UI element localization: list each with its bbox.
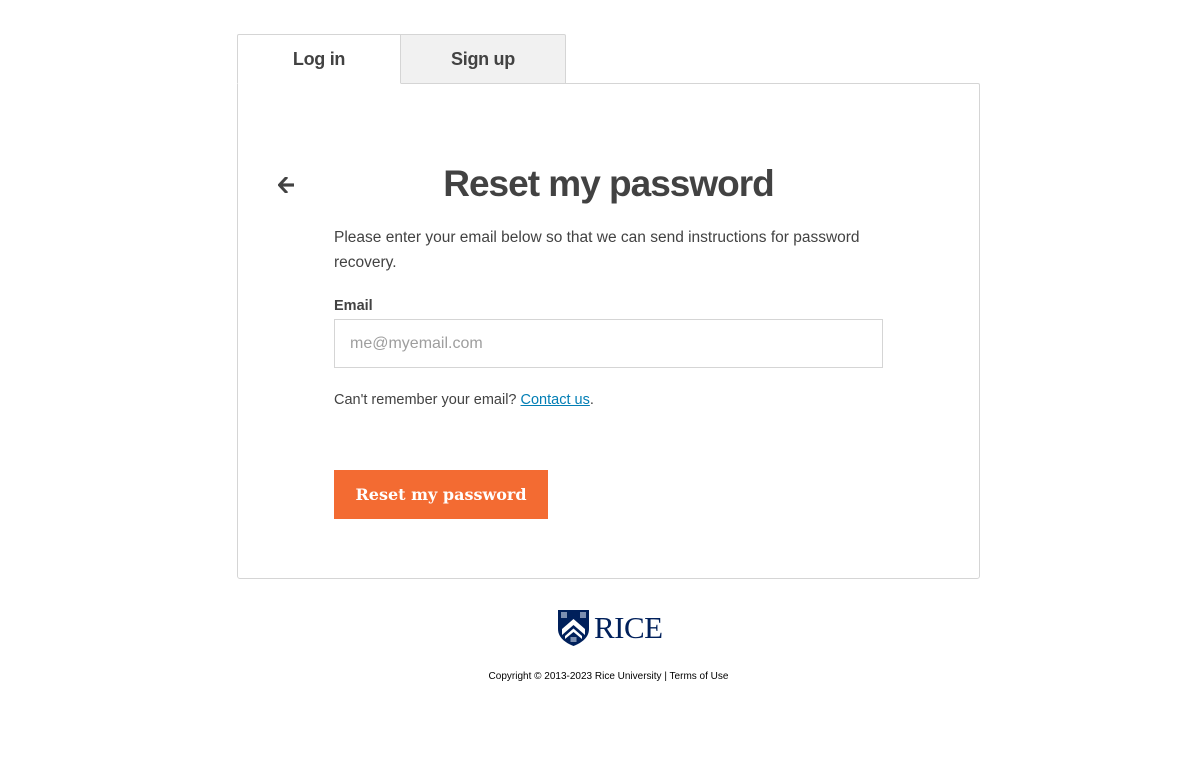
email-label: Email (334, 298, 373, 314)
page-title: Reset my password (443, 163, 775, 204)
footer: Copyright © 2013-2023 Rice University | … (0, 671, 1196, 682)
help-prefix: Can't remember your email? (334, 392, 521, 408)
help-text: Can't remember your email? Contact us. (334, 392, 594, 408)
instructions-text: Please enter your email below so that we… (334, 229, 860, 271)
reset-password-button[interactable]: Reset my password (334, 470, 548, 519)
copyright-text: Copyright © 2013-2023 Rice University (488, 671, 662, 682)
arrow-left-icon (278, 177, 294, 193)
tab-login[interactable]: Log in (237, 34, 401, 84)
footer-separator: | (661, 671, 670, 682)
rice-wordmark: RICE (594, 610, 663, 645)
tab-signup[interactable]: Sign up (401, 34, 566, 84)
auth-tabs: Log in Sign up (237, 34, 566, 84)
rice-shield-icon (558, 610, 589, 646)
rice-logo: RICE (557, 608, 663, 648)
help-suffix: . (589, 392, 594, 408)
contact-us-link[interactable]: Contact us (521, 392, 590, 408)
email-field[interactable] (334, 319, 883, 368)
terms-of-use-link[interactable]: Terms of Use (670, 671, 729, 682)
back-button[interactable] (275, 172, 299, 198)
